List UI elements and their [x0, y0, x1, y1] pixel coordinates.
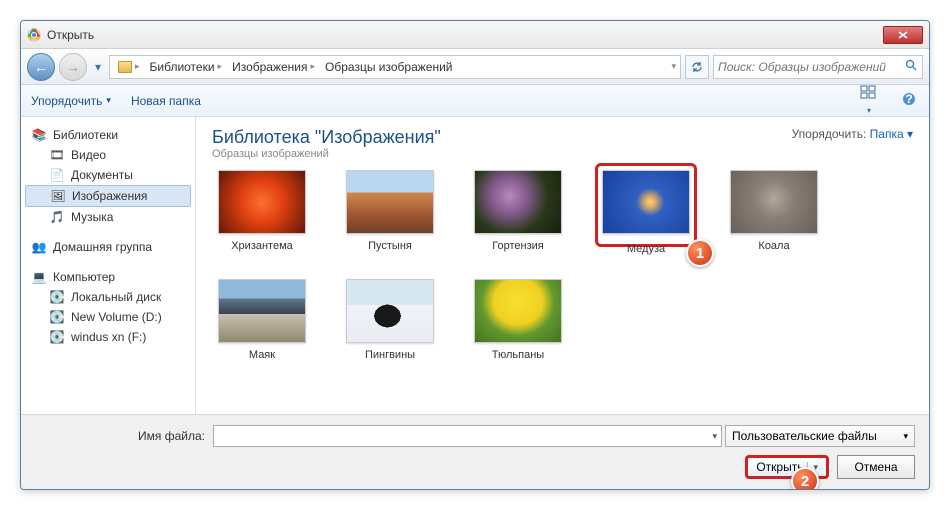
window-title: Открыть: [47, 28, 883, 42]
search-input[interactable]: [718, 60, 901, 74]
forward-button[interactable]: →: [59, 53, 87, 81]
view-mode-button[interactable]: ▾: [859, 85, 879, 116]
search-icon: [905, 59, 918, 75]
svg-text:?: ?: [905, 92, 912, 106]
content-header: Библиотека "Изображения" Образцы изображ…: [212, 127, 913, 160]
drive-icon: 💽: [49, 290, 65, 304]
folder-icon: [118, 61, 132, 73]
thumb-desert[interactable]: Пустыня: [340, 170, 440, 255]
sidebar-libraries[interactable]: 📚Библиотеки: [25, 125, 191, 145]
sidebar-video[interactable]: 🎞Видео: [25, 145, 191, 165]
thumb-penguins[interactable]: Пингвины: [340, 279, 440, 361]
drive-icon: 💽: [49, 330, 65, 344]
chevron-down-icon: ▾: [903, 431, 908, 442]
sidebar-music[interactable]: 🎵Музыка: [25, 207, 191, 227]
content-area: Библиотека "Изображения" Образцы изображ…: [196, 117, 929, 414]
nav-bar: ← → ▾ ▸ Библиотеки▸ Изображения▸ Образцы…: [21, 49, 929, 85]
filename-label: Имя файла:: [35, 429, 205, 443]
chevron-down-icon[interactable]: ▾: [671, 61, 676, 72]
close-button[interactable]: [883, 26, 923, 44]
library-subtitle: Образцы изображений: [212, 148, 441, 160]
breadcrumb-pictures[interactable]: Изображения▸: [228, 58, 319, 76]
library-title: Библиотека "Изображения": [212, 127, 441, 148]
toolbar: Упорядочить ▾ Новая папка ▾ ?: [21, 85, 929, 117]
open-file-dialog: Открыть ← → ▾ ▸ Библиотеки▸ Изображения▸…: [20, 20, 930, 490]
breadcrumb[interactable]: ▸ Библиотеки▸ Изображения▸ Образцы изобр…: [109, 55, 681, 79]
chevron-right-icon: ▸: [311, 61, 316, 72]
annotation-marker-1: 1: [686, 239, 714, 267]
pictures-icon: 🖼: [50, 189, 66, 203]
image-icon: [218, 279, 306, 343]
filename-input[interactable]: [213, 425, 722, 447]
search-box[interactable]: [713, 55, 923, 79]
image-icon: [346, 279, 434, 343]
annotation-marker-2: 2: [791, 467, 819, 490]
dialog-body: 📚Библиотеки 🎞Видео 📄Документы 🖼Изображен…: [21, 117, 929, 414]
sidebar-documents[interactable]: 📄Документы: [25, 165, 191, 185]
computer-icon: 💻: [31, 270, 47, 284]
chevron-down-icon[interactable]: ▾: [712, 431, 717, 442]
sidebar-local-disk[interactable]: 💽Локальный диск: [25, 287, 191, 307]
image-icon: [218, 170, 306, 234]
breadcrumb-libraries[interactable]: Библиотеки▸: [146, 58, 227, 76]
organize-menu[interactable]: Упорядочить ▾: [31, 94, 111, 108]
image-icon: [474, 279, 562, 343]
image-icon: [602, 170, 690, 234]
libraries-icon: 📚: [31, 128, 47, 142]
thumb-jellyfish[interactable]: Медуза 1: [596, 170, 696, 255]
nav-history-dropdown[interactable]: ▾: [91, 57, 105, 77]
image-icon: [346, 170, 434, 234]
thumb-hydrangea[interactable]: Гортензия: [468, 170, 568, 255]
help-button[interactable]: ?: [899, 92, 919, 109]
chrome-icon: [27, 28, 41, 42]
thumb-koala[interactable]: Коала: [724, 170, 824, 255]
refresh-button[interactable]: [685, 55, 709, 79]
chevron-down-icon: ▾: [106, 95, 111, 106]
refresh-icon: [690, 60, 704, 74]
new-folder-button[interactable]: Новая папка: [131, 94, 201, 108]
filetype-dropdown[interactable]: Пользовательские файлы▾: [725, 425, 915, 447]
music-icon: 🎵: [49, 210, 65, 224]
back-button[interactable]: ←: [27, 53, 55, 81]
video-icon: 🎞: [49, 148, 65, 162]
titlebar: Открыть: [21, 21, 929, 49]
arrow-right-icon: →: [66, 59, 80, 75]
homegroup-icon: 👥: [31, 240, 47, 254]
drive-icon: 💽: [49, 310, 65, 324]
arrow-left-icon: ←: [34, 59, 48, 75]
sidebar-computer[interactable]: 💻Компьютер: [25, 267, 191, 287]
image-icon: [730, 170, 818, 234]
sidebar: 📚Библиотеки 🎞Видео 📄Документы 🖼Изображен…: [21, 117, 196, 414]
sidebar-new-volume[interactable]: 💽New Volume (D:): [25, 307, 191, 327]
sidebar-windus[interactable]: 💽windus xn (F:): [25, 327, 191, 347]
chevron-right-icon: ▸: [135, 61, 140, 72]
documents-icon: 📄: [49, 168, 65, 182]
arrange-label: Упорядочить:: [792, 127, 867, 141]
thumb-lighthouse[interactable]: Маяк: [212, 279, 312, 361]
sidebar-pictures[interactable]: 🖼Изображения: [25, 185, 191, 207]
cancel-button[interactable]: Отмена: [837, 455, 915, 479]
image-icon: [474, 170, 562, 234]
thumbnail-grid: Хризантема Пустыня Гортензия Медуза 1 Ко…: [212, 170, 913, 361]
arrange-dropdown[interactable]: Папка ▾: [870, 127, 913, 141]
breadcrumb-sample-pictures[interactable]: Образцы изображений: [321, 58, 456, 76]
breadcrumb-root[interactable]: ▸: [114, 59, 144, 75]
thumb-tulips[interactable]: Тюльпаны: [468, 279, 568, 361]
footer: Имя файла: ▾ Пользовательские файлы▾ Отк…: [21, 414, 929, 489]
chevron-right-icon: ▸: [218, 61, 223, 72]
sidebar-homegroup[interactable]: 👥Домашняя группа: [25, 237, 191, 257]
thumb-chrysanthemum[interactable]: Хризантема: [212, 170, 312, 255]
